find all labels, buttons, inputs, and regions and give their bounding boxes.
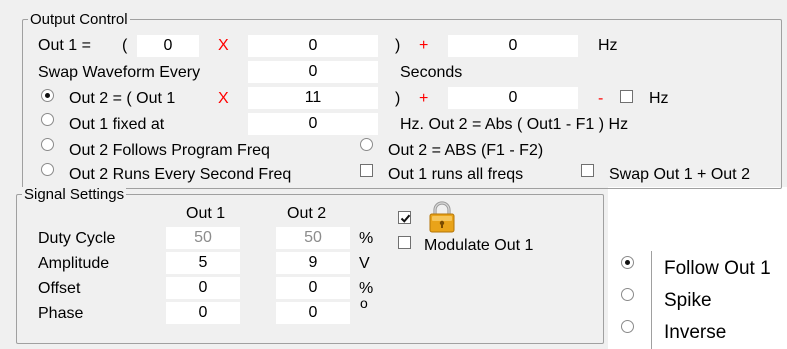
- runs-every-second-label: Out 2 Runs Every Second Freq: [69, 166, 292, 183]
- out1-multiplier-input[interactable]: 0: [137, 35, 199, 57]
- lock-checkbox[interactable]: [398, 211, 411, 224]
- seconds-label: Seconds: [400, 64, 463, 81]
- hz-unit-label: Hz: [598, 37, 618, 54]
- plus-sign: +: [419, 37, 429, 54]
- padlock-icon[interactable]: [428, 201, 456, 237]
- follows-program-radio[interactable]: [41, 138, 54, 151]
- signal-settings-title: Signal Settings: [22, 186, 127, 203]
- modulate-out1-label: Modulate Out 1: [424, 237, 534, 254]
- offset-out1-input[interactable]: 0: [166, 277, 240, 299]
- inverse-radio[interactable]: [621, 320, 634, 333]
- out1-fixed-input[interactable]: 0: [248, 113, 378, 135]
- phase-out1-input[interactable]: 0: [166, 302, 240, 324]
- amplitude-out2-input[interactable]: 9: [276, 252, 350, 274]
- phase-out2-input[interactable]: 0: [276, 302, 350, 324]
- out1-fixed-label: Out 1 fixed at: [69, 116, 165, 133]
- offset-out2-input[interactable]: 0: [276, 277, 350, 299]
- swap-out-checkbox[interactable]: [581, 164, 594, 177]
- out2-negate-checkbox[interactable]: [620, 90, 633, 103]
- out1-value-input[interactable]: 0: [248, 35, 378, 57]
- follow-out1-label: Follow Out 1: [664, 258, 771, 279]
- amplitude-out1-input[interactable]: 5: [166, 252, 240, 274]
- amplitude-unit: V: [359, 255, 370, 272]
- checkmark-icon: [400, 214, 411, 223]
- close-paren: ): [395, 37, 401, 54]
- times-sign: X: [218, 37, 229, 54]
- swap-waveform-label: Swap Waveform Every: [38, 64, 201, 81]
- phase-label: Phase: [38, 305, 84, 322]
- modulation-mode-separator: [651, 251, 652, 349]
- close-paren-2: ): [395, 90, 401, 107]
- out1-label: Out 1 =: [38, 37, 91, 54]
- spike-radio[interactable]: [621, 288, 634, 301]
- amplitude-label: Amplitude: [38, 255, 110, 272]
- duty-cycle-out2-input[interactable]: 50: [276, 227, 350, 249]
- follows-program-label: Out 2 Follows Program Freq: [69, 142, 270, 159]
- times-sign-2: X: [218, 90, 229, 107]
- plus-sign-2: +: [419, 90, 429, 107]
- col-header-out2: Out 2: [287, 205, 327, 222]
- duty-cycle-unit: %: [359, 230, 374, 247]
- swap-out-label: Swap Out 1 + Out 2: [609, 166, 750, 183]
- duty-cycle-label: Duty Cycle: [38, 230, 116, 247]
- offset-label: Offset: [38, 280, 81, 297]
- duty-cycle-out1-input[interactable]: 50: [166, 227, 240, 249]
- phase-unit: o: [360, 295, 368, 311]
- spike-label: Spike: [664, 290, 712, 311]
- follow-out1-radio[interactable]: [621, 256, 634, 269]
- padlock-icon-svg: [429, 201, 455, 233]
- minus-sign: -: [598, 90, 604, 107]
- col-header-out1: Out 1: [186, 205, 226, 222]
- out2-equals-label: Out 2 = ( Out 1: [69, 90, 176, 107]
- open-paren: (: [122, 37, 128, 54]
- out1-all-freqs-checkbox[interactable]: [360, 164, 373, 177]
- out2-equals-radio[interactable]: [41, 89, 54, 102]
- abs-f1-f2-radio[interactable]: [360, 138, 373, 151]
- hz-abs-label: Hz. Out 2 = Abs ( Out1 - F1 ) Hz: [400, 116, 629, 133]
- inverse-label: Inverse: [664, 322, 727, 343]
- abs-f1-f2-label: Out 2 = ABS (F1 - F2): [388, 142, 544, 159]
- output-control-title: Output Control: [28, 11, 130, 28]
- out1-all-freqs-label: Out 1 runs all freqs: [388, 166, 524, 183]
- out1-offset-input[interactable]: 0: [448, 35, 578, 57]
- out2-value-input[interactable]: 11: [248, 87, 378, 109]
- out2-offset-input[interactable]: 0: [448, 87, 578, 109]
- swap-waveform-input[interactable]: 0: [248, 61, 378, 83]
- modulate-out1-checkbox[interactable]: [398, 236, 411, 249]
- hz-unit-label-2: Hz: [649, 90, 669, 107]
- runs-every-second-radio[interactable]: [41, 163, 54, 176]
- out1-fixed-radio[interactable]: [41, 113, 54, 126]
